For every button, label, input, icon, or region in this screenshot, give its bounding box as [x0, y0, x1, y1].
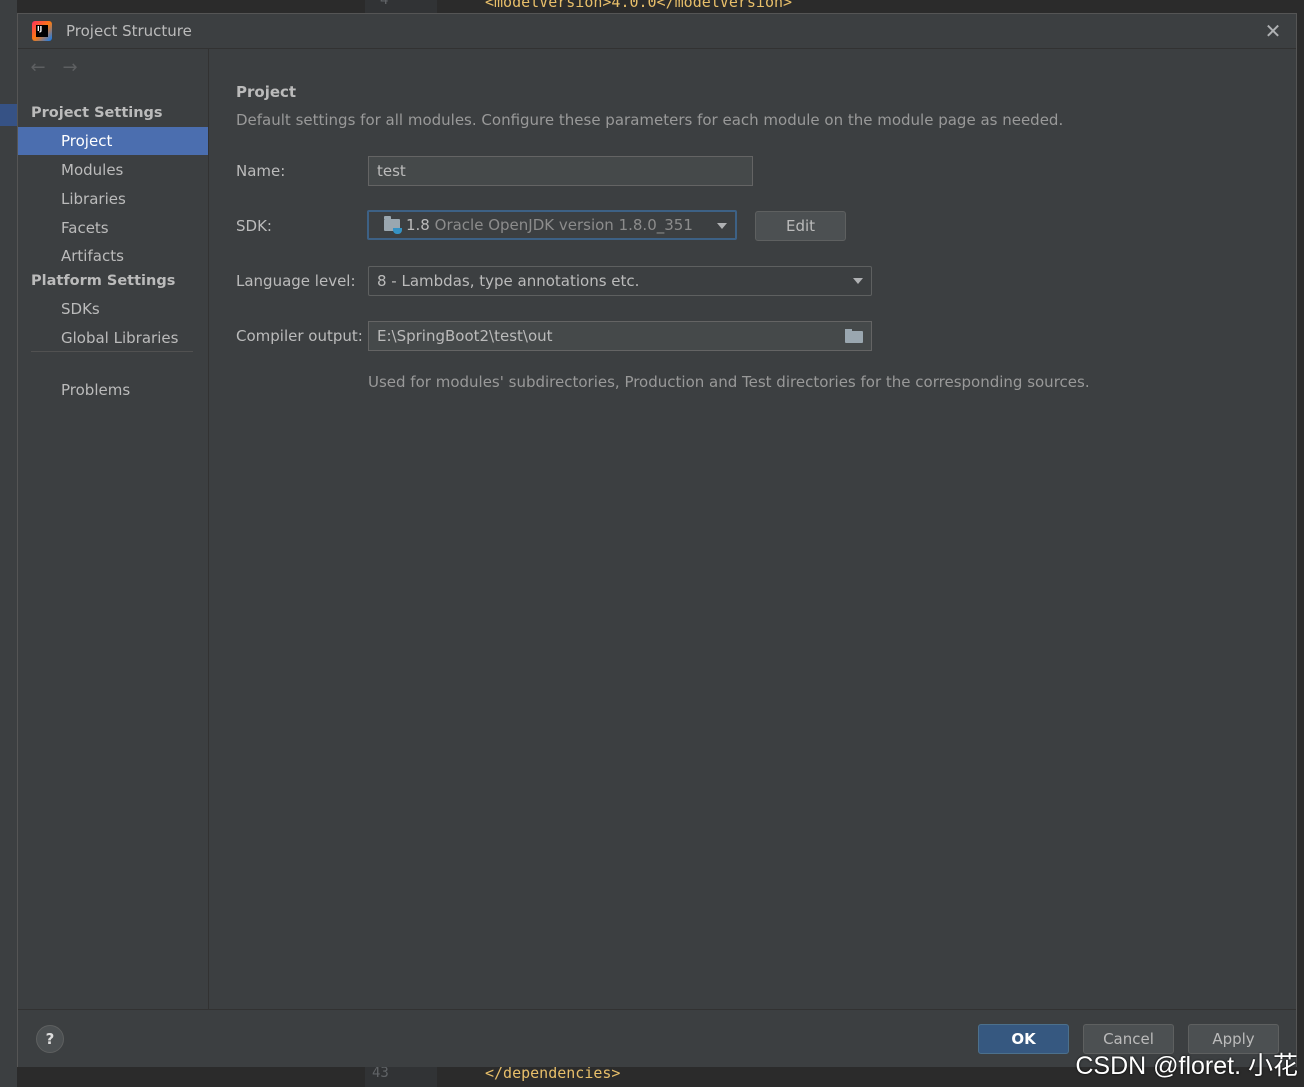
intellij-idea-icon: IJ — [32, 21, 52, 41]
compiler-output-field[interactable]: E:\SpringBoot2\test\out — [368, 321, 872, 351]
name-label: Name: — [236, 162, 286, 180]
nav-arrows: ← → — [28, 57, 80, 78]
sidebar-item-problems[interactable]: Problems — [18, 376, 208, 404]
project-structure-dialog: IJ Project Structure ✕ ← → Project Setti… — [17, 13, 1297, 1067]
sdk-description: Oracle OpenJDK version 1.8.0_351 — [434, 216, 693, 234]
code-line: <modelVersion>4.0.0</modelVersion> — [485, 0, 793, 11]
ok-button[interactable]: OK — [978, 1024, 1069, 1054]
sdk-edit-button[interactable]: Edit — [755, 211, 846, 241]
language-level-label: Language level: — [236, 272, 356, 290]
line-number: 4 — [380, 0, 389, 8]
language-level-value: 8 - Lambdas, type annotations etc. — [377, 272, 640, 290]
sidebar-item-modules[interactable]: Modules — [18, 156, 208, 184]
sdk-dropdown[interactable]: 1.8 Oracle OpenJDK version 1.8.0_351 — [367, 210, 737, 240]
sidebar-separator — [31, 351, 193, 352]
platform-settings-header: Platform Settings — [31, 273, 176, 289]
sdk-version: 1.8 — [406, 216, 430, 234]
page-description: Default settings for all modules. Config… — [236, 111, 1064, 129]
back-arrow-icon[interactable]: ← — [28, 57, 48, 78]
line-number: 43 — [372, 1065, 389, 1081]
dialog-title: Project Structure — [66, 22, 192, 40]
chevron-down-icon — [853, 278, 863, 284]
compiler-output-hint: Used for modules' subdirectories, Produc… — [368, 373, 1090, 391]
project-settings-header: Project Settings — [31, 105, 163, 121]
language-level-dropdown[interactable]: 8 - Lambdas, type annotations etc. — [368, 266, 872, 296]
chevron-down-icon — [717, 223, 727, 229]
help-button[interactable]: ? — [36, 1025, 64, 1053]
watermark: CSDN @floret. 小花 — [1075, 1052, 1298, 1080]
sidebar-item-project[interactable]: Project — [18, 127, 208, 155]
sidebar-item-sdks[interactable]: SDKs — [18, 295, 208, 323]
sidebar-item-global-libraries[interactable]: Global Libraries — [18, 324, 208, 352]
project-name-field[interactable]: test — [368, 156, 753, 186]
page-title: Project — [236, 83, 297, 101]
forward-arrow-icon[interactable]: → — [60, 57, 80, 78]
compiler-output-label: Compiler output: — [236, 327, 363, 345]
sidebar-item-artifacts[interactable]: Artifacts — [18, 242, 208, 270]
browse-folder-icon[interactable] — [845, 329, 863, 343]
close-icon[interactable]: ✕ — [1264, 21, 1282, 41]
compiler-output-value: E:\SpringBoot2\test\out — [377, 327, 553, 345]
dialog-titlebar: IJ Project Structure ✕ — [18, 14, 1296, 49]
project-settings-panel: Project Default settings for all modules… — [209, 49, 1296, 1009]
ide-left-strip — [0, 0, 17, 1087]
sidebar-item-facets[interactable]: Facets — [18, 214, 208, 242]
sidebar-item-libraries[interactable]: Libraries — [18, 185, 208, 213]
jdk-folder-icon — [384, 215, 402, 234]
settings-sidebar: ← → Project Settings Project Modules Lib… — [18, 49, 209, 1009]
sdk-label: SDK: — [236, 217, 272, 235]
